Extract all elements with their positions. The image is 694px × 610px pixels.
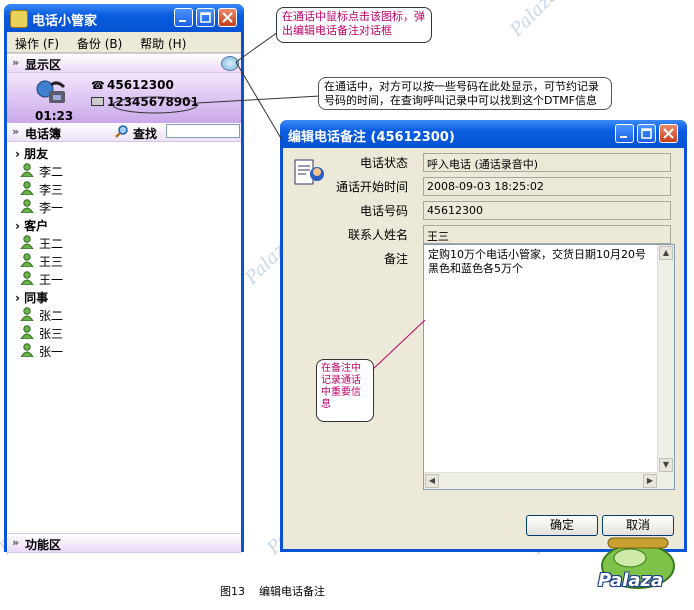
- callout-dtmf: 在通话中，对方可以按一些号码在此处显示，可节约记录号码的时间，在查询呼叫记录中可…: [318, 77, 612, 110]
- callout-memo: 在备注中记录通话中重要信息: [316, 359, 374, 422]
- callout-edit-icon: 在通话中鼠标点击该图标，弹出编辑电话备注对话框: [276, 7, 432, 43]
- figure-caption: 图13 编辑电话备注: [220, 585, 325, 598]
- palaza-logo: Palaza: [586, 532, 690, 600]
- logo-text: Palaza: [598, 570, 664, 591]
